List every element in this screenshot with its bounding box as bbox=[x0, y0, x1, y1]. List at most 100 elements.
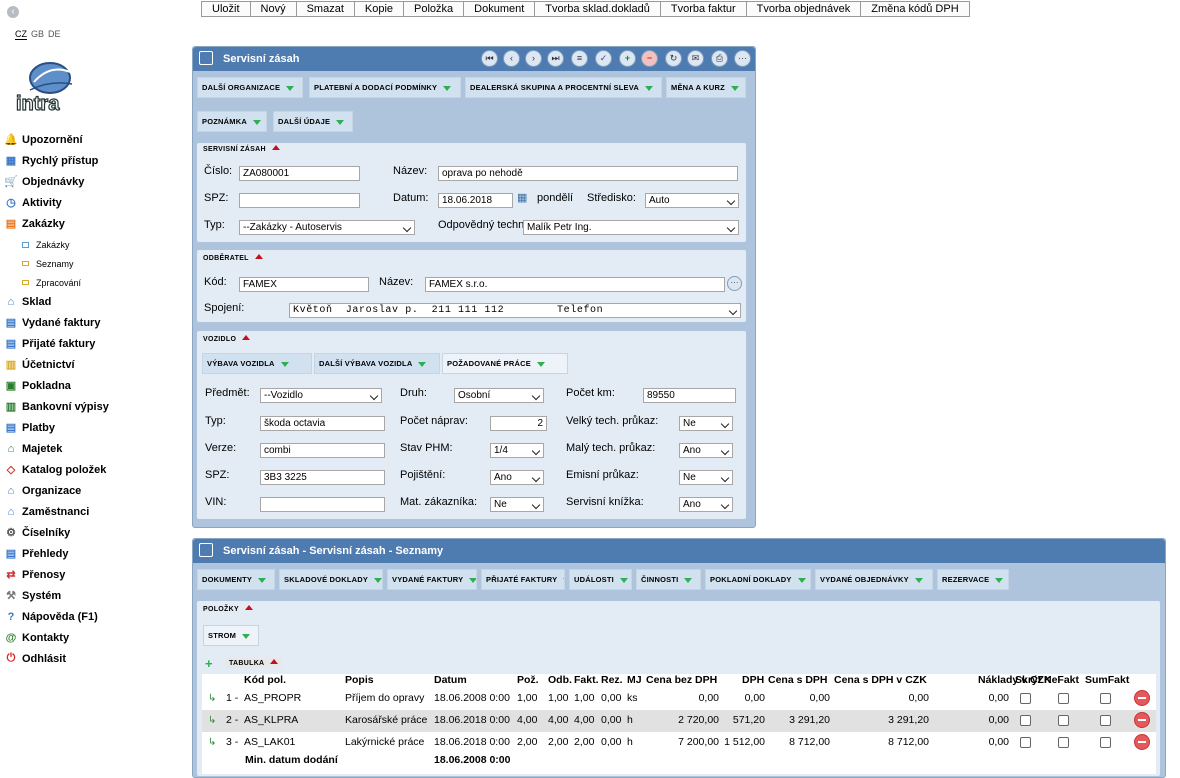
print-icon[interactable]: ⎙ bbox=[711, 50, 728, 67]
sidebar-item-13[interactable]: ⌂ Majetek bbox=[0, 439, 63, 458]
sumfakt-checkbox[interactable] bbox=[1100, 715, 1111, 726]
lang-cz[interactable]: CZ bbox=[15, 29, 27, 40]
sidebar-item-23[interactable]: ⏻ Odhlásit bbox=[0, 649, 66, 668]
delete-row-icon[interactable] bbox=[1134, 734, 1150, 750]
row-expand-icon[interactable]: ↳ bbox=[208, 737, 216, 748]
polozky-header[interactable]: POLOŽKY bbox=[203, 605, 253, 613]
lang-gb[interactable]: GB bbox=[31, 29, 44, 39]
toolbar-button-9[interactable]: Tvorba objednávek bbox=[747, 2, 862, 16]
column-header-1[interactable]: Kód pol. bbox=[244, 674, 286, 686]
more-icon[interactable]: ··· bbox=[734, 50, 751, 67]
list-tab-4[interactable]: PŘIJATÉ FAKTURY bbox=[481, 569, 565, 590]
tab-platebni-podminky[interactable]: PLATEBNÍ A DODACÍ PODMÍNKY bbox=[309, 77, 461, 98]
sidebar-item-6[interactable]: ⌂ Sklad bbox=[0, 292, 52, 311]
subnav-item-1[interactable]: Zakázky bbox=[22, 236, 70, 253]
vin-field[interactable] bbox=[260, 497, 385, 512]
datum-field[interactable]: 18.06.2018 bbox=[438, 193, 513, 208]
sidebar-item-2[interactable]: ▦ Rychlý přístup bbox=[0, 151, 99, 170]
sumfakt-checkbox[interactable] bbox=[1100, 737, 1111, 748]
tab-pozadovane-prace[interactable]: POŽADOVANÉ PRÁCE bbox=[442, 353, 568, 374]
typ-select[interactable]: --Zakázky - Autoservis bbox=[239, 220, 415, 235]
table-row[interactable]: ↳ 3 - AS_LAK01 Lakýrnické práce 18.06.2018 0… bbox=[202, 732, 1156, 754]
sidebar-item-20[interactable]: ⚒ Systém bbox=[0, 586, 61, 605]
toolbar-button-10[interactable]: Změna kódů DPH bbox=[861, 2, 968, 16]
cislo-field[interactable]: ZA080001 bbox=[239, 166, 360, 181]
refresh-icon[interactable]: ↻ bbox=[665, 50, 682, 67]
sidebar-item-8[interactable]: ▤ Přijaté faktury bbox=[0, 334, 96, 353]
spz-field[interactable] bbox=[239, 193, 360, 208]
tabulka-header[interactable]: TABULKA bbox=[225, 658, 283, 668]
add-icon[interactable]: + bbox=[619, 50, 636, 67]
tab-dalsi-vybava[interactable]: DALŠÍ VÝBAVA VOZIDLA bbox=[314, 353, 440, 374]
toolbar-button-1[interactable]: Uložit bbox=[202, 2, 251, 16]
skryt-checkbox[interactable] bbox=[1020, 715, 1031, 726]
list-tab-9[interactable]: REZERVACE bbox=[937, 569, 1009, 590]
tab-dealerska-skupina[interactable]: DEALERSKÁ SKUPINA A PROCENTNÍ SLEVA bbox=[465, 77, 662, 98]
list-tab-5[interactable]: UDÁLOSTI bbox=[569, 569, 632, 590]
section-header[interactable]: ODBĚRATEL bbox=[203, 254, 263, 262]
column-header-9[interactable]: Cena bez DPH bbox=[646, 674, 717, 686]
column-header-11[interactable]: Cena s DPH bbox=[768, 674, 828, 686]
sidebar-item-7[interactable]: ▤ Vydané faktury bbox=[0, 313, 101, 332]
column-header-8[interactable]: MJ bbox=[627, 674, 642, 686]
list-icon[interactable]: ≡ bbox=[571, 50, 588, 67]
toolbar-button-8[interactable]: Tvorba faktur bbox=[661, 2, 747, 16]
column-header-16[interactable]: SumFakt bbox=[1085, 674, 1129, 686]
list-tab-6[interactable]: ČINNOSTI bbox=[636, 569, 701, 590]
skryt-checkbox[interactable] bbox=[1020, 737, 1031, 748]
list-tab-3[interactable]: VYDANÉ FAKTURY bbox=[387, 569, 477, 590]
nefakt-checkbox[interactable] bbox=[1058, 693, 1069, 704]
km-field[interactable]: 89550 bbox=[643, 388, 736, 403]
next-record-icon[interactable]: › bbox=[525, 50, 542, 67]
list-tab-8[interactable]: VYDANÉ OBJEDNÁVKY bbox=[815, 569, 933, 590]
table-row[interactable]: ↳ 1 - AS_PROPR Příjem do opravy 18.06.2008 0… bbox=[202, 688, 1156, 710]
lookup-icon[interactable]: ··· bbox=[727, 276, 742, 291]
phm-select[interactable]: 1/4 bbox=[490, 443, 544, 458]
knizka-select[interactable]: Ano bbox=[679, 497, 733, 512]
last-record-icon[interactable]: ⏭ bbox=[547, 50, 564, 67]
column-header-12[interactable]: Cena s DPH v CZK bbox=[834, 674, 927, 686]
section-header[interactable]: VOZIDLO bbox=[203, 335, 251, 343]
kod-field[interactable]: FAMEX bbox=[239, 277, 369, 292]
column-header-15[interactable]: NeFakt bbox=[1044, 674, 1079, 686]
vozidlo-typ-field[interactable]: škoda octavia bbox=[260, 416, 385, 431]
sidebar-item-17[interactable]: ⚙ Číselníky bbox=[0, 523, 70, 542]
tab-dalsi-udaje[interactable]: DALŠÍ ÚDAJE bbox=[273, 111, 353, 132]
toolbar-button-4[interactable]: Kopie bbox=[355, 2, 405, 16]
sidebar-item-10[interactable]: ▣ Pokladna bbox=[0, 376, 71, 395]
column-header-4[interactable]: Pož. bbox=[517, 674, 539, 686]
sidebar-item-15[interactable]: ⌂ Organizace bbox=[0, 481, 82, 500]
naprav-field[interactable]: 2 bbox=[490, 416, 547, 431]
column-header-14[interactable]: Skrýt bbox=[1015, 674, 1041, 686]
sidebar-item-12[interactable]: ▤ Platby bbox=[0, 418, 55, 437]
sumfakt-checkbox[interactable] bbox=[1100, 693, 1111, 704]
remove-icon[interactable]: − bbox=[641, 50, 658, 67]
druh-select[interactable]: Osobní bbox=[454, 388, 544, 403]
sidebar-item-1[interactable]: 🔔 Upozornění bbox=[0, 130, 82, 149]
sidebar-item-11[interactable]: ▥ Bankovní výpisy bbox=[0, 397, 109, 416]
column-header-6[interactable]: Fakt. bbox=[574, 674, 599, 686]
prev-record-icon[interactable]: ‹ bbox=[503, 50, 520, 67]
list-tab-7[interactable]: POKLADNÍ DOKLADY bbox=[705, 569, 811, 590]
mat-select[interactable]: Ne bbox=[490, 497, 544, 512]
predmet-select[interactable]: --Vozidlo bbox=[260, 388, 382, 403]
subnav-item-3[interactable]: Zpracování bbox=[22, 274, 81, 291]
section-header[interactable]: SERVISNÍ ZÁSAH bbox=[203, 145, 280, 153]
row-expand-icon[interactable]: ↳ bbox=[208, 715, 216, 726]
sidebar-item-14[interactable]: ◇ Katalog položek bbox=[0, 460, 107, 479]
sidebar-item-19[interactable]: ⇄ Přenosy bbox=[0, 565, 65, 584]
toolbar-button-2[interactable]: Nový bbox=[251, 2, 297, 16]
delete-row-icon[interactable] bbox=[1134, 690, 1150, 706]
column-header-10[interactable]: DPH bbox=[742, 674, 764, 686]
velky-select[interactable]: Ne bbox=[679, 416, 733, 431]
toolbar-button-3[interactable]: Smazat bbox=[297, 2, 355, 16]
column-header-2[interactable]: Popis bbox=[345, 674, 374, 686]
sidebar-item-5[interactable]: ▤ Zakázky bbox=[0, 214, 65, 233]
sidebar-item-9[interactable]: ▥ Účetnictví bbox=[0, 355, 75, 374]
emisni-select[interactable]: Ne bbox=[679, 470, 733, 485]
sidebar-item-22[interactable]: @ Kontakty bbox=[0, 628, 69, 647]
row-expand-icon[interactable]: ↳ bbox=[208, 693, 216, 704]
toolbar-button-5[interactable]: Položka bbox=[404, 2, 465, 16]
column-header-7[interactable]: Rez. bbox=[601, 674, 623, 686]
list-tab-2[interactable]: SKLADOVÉ DOKLADY bbox=[279, 569, 383, 590]
